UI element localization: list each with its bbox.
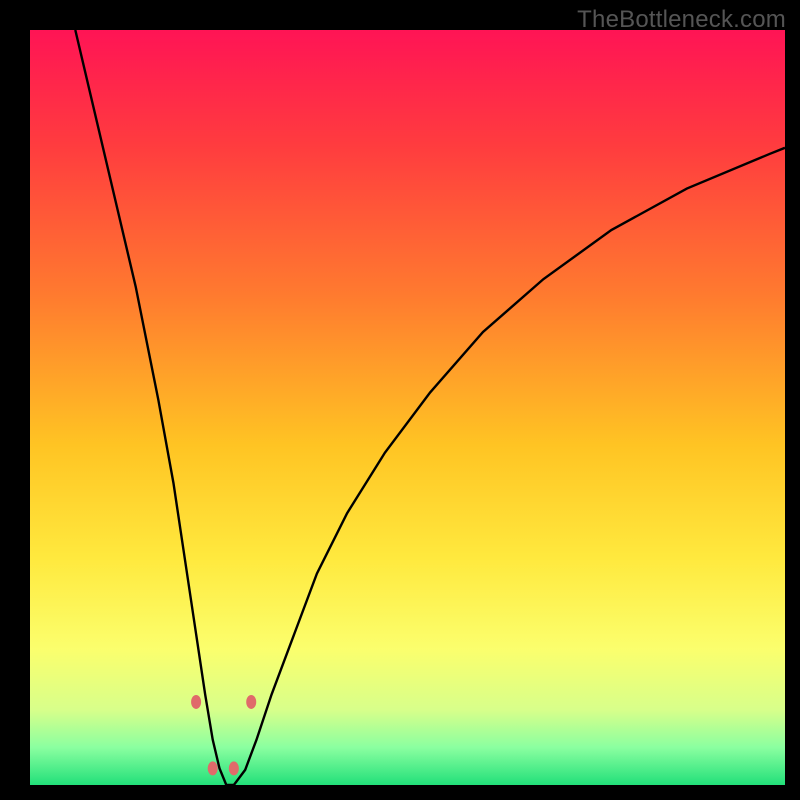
watermark-text: TheBottleneck.com bbox=[577, 6, 786, 34]
plot-area bbox=[30, 30, 785, 785]
chart-frame: TheBottleneck.com bbox=[0, 0, 800, 800]
marker-dot bbox=[191, 695, 201, 709]
bottleneck-curve bbox=[75, 30, 785, 785]
marker-dot bbox=[246, 695, 256, 709]
curve-layer bbox=[30, 30, 785, 785]
marker-dot bbox=[229, 761, 239, 775]
marker-dot bbox=[208, 761, 218, 775]
